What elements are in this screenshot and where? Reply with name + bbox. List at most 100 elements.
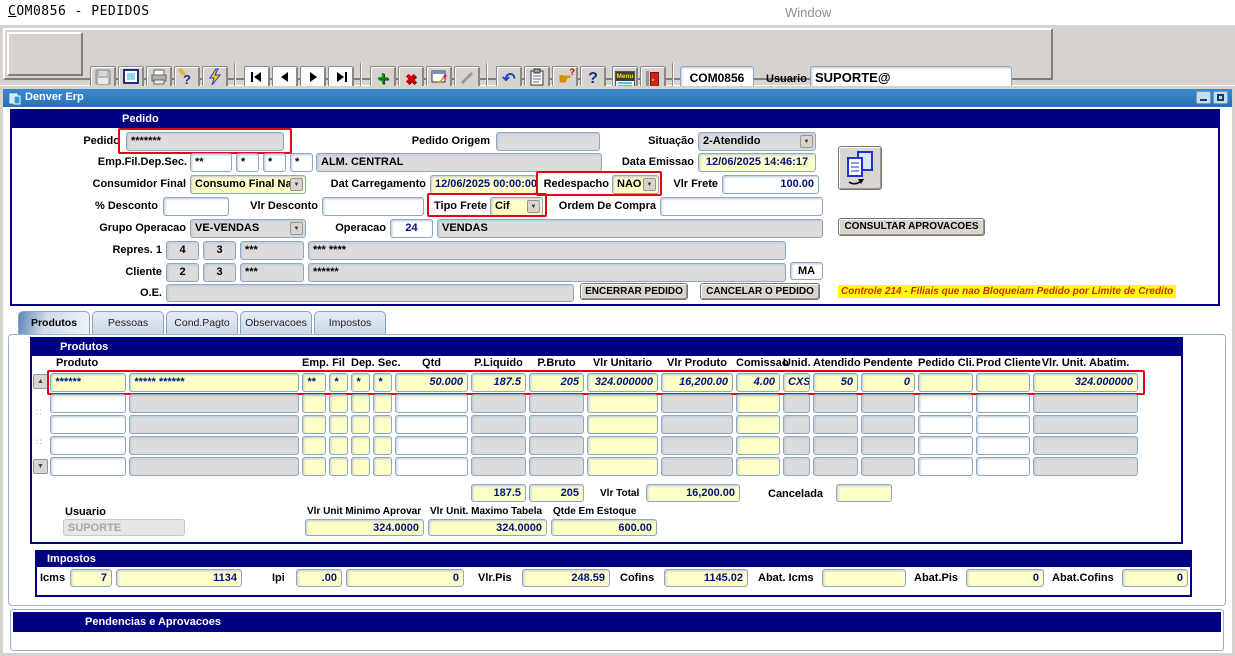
scroll-up-button[interactable]: ▲ xyxy=(33,374,48,389)
dep-field[interactable]: * xyxy=(263,153,286,172)
cell-vlr-unitario[interactable] xyxy=(587,436,658,455)
cell-vlr-produto[interactable]: 16,200.00 xyxy=(661,373,733,392)
cell-vlr-unit-abatim[interactable]: 324.000000 xyxy=(1033,373,1138,392)
maximize-button[interactable] xyxy=(1213,91,1228,104)
cell-emp[interactable]: ** xyxy=(302,373,326,392)
cell-dep[interactable] xyxy=(351,457,370,476)
cell-fil[interactable] xyxy=(329,415,348,434)
cell-pedido-cli[interactable] xyxy=(918,436,973,455)
vlr-frete-field[interactable]: 100.00 xyxy=(722,175,819,194)
cell-pedido-cli[interactable] xyxy=(918,373,973,392)
operacao-field[interactable]: 24 xyxy=(390,219,433,238)
cell-comissao[interactable] xyxy=(736,394,780,413)
cell-emp[interactable] xyxy=(302,415,326,434)
abat-pis-field[interactable]: 0 xyxy=(966,569,1044,587)
encerrar-pedido-button[interactable]: ENCERRAR PEDIDO xyxy=(580,283,688,300)
cell-prod-cliente[interactable] xyxy=(976,457,1030,476)
cell-sec[interactable] xyxy=(373,436,392,455)
dat-carregamento-field[interactable]: 12/06/2025 00:00:00 xyxy=(430,175,537,194)
cell-sec[interactable] xyxy=(373,457,392,476)
cell-sec[interactable] xyxy=(373,415,392,434)
cell-comissao[interactable] xyxy=(736,436,780,455)
cell-dep[interactable]: * xyxy=(351,373,370,392)
situacao-combo[interactable]: 2-Atendido▼ xyxy=(698,132,816,151)
cell-dep[interactable] xyxy=(351,436,370,455)
cell-pedido-cli[interactable] xyxy=(918,415,973,434)
cell-pedido-cli[interactable] xyxy=(918,394,973,413)
ipi-pct-field[interactable]: .00 xyxy=(296,569,342,587)
cell-dep[interactable] xyxy=(351,394,370,413)
icms-value-field[interactable]: 1134 xyxy=(116,569,242,587)
scroll-grip[interactable]: ∷ xyxy=(36,408,42,416)
cell-qtd[interactable] xyxy=(395,415,468,434)
cell-pedido-cli[interactable] xyxy=(918,457,973,476)
cancelada-field[interactable] xyxy=(836,484,892,502)
scroll-down-button[interactable]: ▼ xyxy=(33,459,48,474)
cell-p-liquido[interactable]: 187.5 xyxy=(471,373,526,392)
consultar-aprovacoes-button[interactable]: CONSULTAR APROVACOES xyxy=(838,218,985,236)
cell-prod-cliente[interactable] xyxy=(976,394,1030,413)
tab-cond-pagto[interactable]: Cond.Pagto xyxy=(166,311,238,335)
cofins-field[interactable]: 1145.02 xyxy=(664,569,748,587)
cell-qtd[interactable] xyxy=(395,457,468,476)
cell-produto[interactable]: ****** xyxy=(50,373,126,392)
minimize-button[interactable] xyxy=(1196,91,1211,104)
tab-produtos[interactable]: Produtos xyxy=(18,311,90,335)
cell-comissao[interactable] xyxy=(736,415,780,434)
data-emissao-field[interactable]: 12/06/2025 14:46:17 xyxy=(698,153,816,172)
cell-fil[interactable]: * xyxy=(329,373,348,392)
vlr-pis-field[interactable]: 248.59 xyxy=(522,569,610,587)
cell-dep[interactable] xyxy=(351,415,370,434)
consumidor-final-combo[interactable]: Consumo Final Nao▼ xyxy=(190,175,306,194)
cell-prod-cliente[interactable] xyxy=(976,436,1030,455)
tab-impostos[interactable]: Impostos xyxy=(314,311,386,335)
cell-unid[interactable]: CXS xyxy=(783,373,810,392)
copy-pedido-button[interactable] xyxy=(838,146,882,190)
menu-item-window[interactable]: Window xyxy=(785,5,831,20)
scroll-grip[interactable]: ∷ xyxy=(36,438,42,446)
cell-fil[interactable] xyxy=(329,394,348,413)
cell-comissao[interactable]: 4.00 xyxy=(736,373,780,392)
cell-qtd[interactable] xyxy=(395,436,468,455)
cell-vlr-unitario[interactable]: 324.000000 xyxy=(587,373,658,392)
cell-prod-cliente[interactable] xyxy=(976,415,1030,434)
cell-produto[interactable] xyxy=(50,394,126,413)
tipo-frete-combo[interactable]: Cif▼ xyxy=(490,197,543,216)
cell-produto[interactable] xyxy=(50,436,126,455)
vlr-desconto-field[interactable] xyxy=(322,197,424,216)
sec-field[interactable]: * xyxy=(290,153,313,172)
cell-emp[interactable] xyxy=(302,394,326,413)
cell-fil[interactable] xyxy=(329,457,348,476)
pct-desconto-field[interactable] xyxy=(163,197,229,216)
cell-produto[interactable] xyxy=(50,415,126,434)
abat-icms-field[interactable] xyxy=(822,569,906,587)
cell-prod-cliente[interactable] xyxy=(976,373,1030,392)
cell-vlr-unitario[interactable] xyxy=(587,415,658,434)
cell-sec[interactable]: * xyxy=(373,373,392,392)
cell-fil[interactable] xyxy=(329,436,348,455)
fil-field[interactable]: * xyxy=(236,153,259,172)
cell-sec[interactable] xyxy=(373,394,392,413)
icms-pct-field[interactable]: 7 xyxy=(70,569,112,587)
tab-observacoes[interactable]: Observacoes xyxy=(240,311,312,335)
cell-descricao[interactable]: ***** ****** xyxy=(129,373,299,392)
abat-cofins-field[interactable]: 0 xyxy=(1122,569,1188,587)
cell-atendido[interactable]: 50 xyxy=(813,373,858,392)
cell-produto[interactable] xyxy=(50,457,126,476)
ipi-value-field[interactable]: 0 xyxy=(346,569,464,587)
grupo-operacao-combo[interactable]: VE-VENDAS▼ xyxy=(190,219,306,238)
emp-field[interactable]: ** xyxy=(190,153,232,172)
cell-qtd[interactable]: 50.000 xyxy=(395,373,468,392)
cell-pendente[interactable]: 0 xyxy=(861,373,915,392)
cancelar-pedido-button[interactable]: CANCELAR O PEDIDO xyxy=(700,283,820,300)
cell-p-bruto[interactable]: 205 xyxy=(529,373,584,392)
cell-emp[interactable] xyxy=(302,436,326,455)
cell-vlr-unitario[interactable] xyxy=(587,457,658,476)
cell-comissao[interactable] xyxy=(736,457,780,476)
cell-vlr-unitario[interactable] xyxy=(587,394,658,413)
cell-emp[interactable] xyxy=(302,457,326,476)
ordem-compra-field[interactable] xyxy=(660,197,823,216)
cell-qtd[interactable] xyxy=(395,394,468,413)
tab-pessoas[interactable]: Pessoas xyxy=(92,311,164,335)
redespacho-combo[interactable]: NAO▼ xyxy=(612,175,659,194)
